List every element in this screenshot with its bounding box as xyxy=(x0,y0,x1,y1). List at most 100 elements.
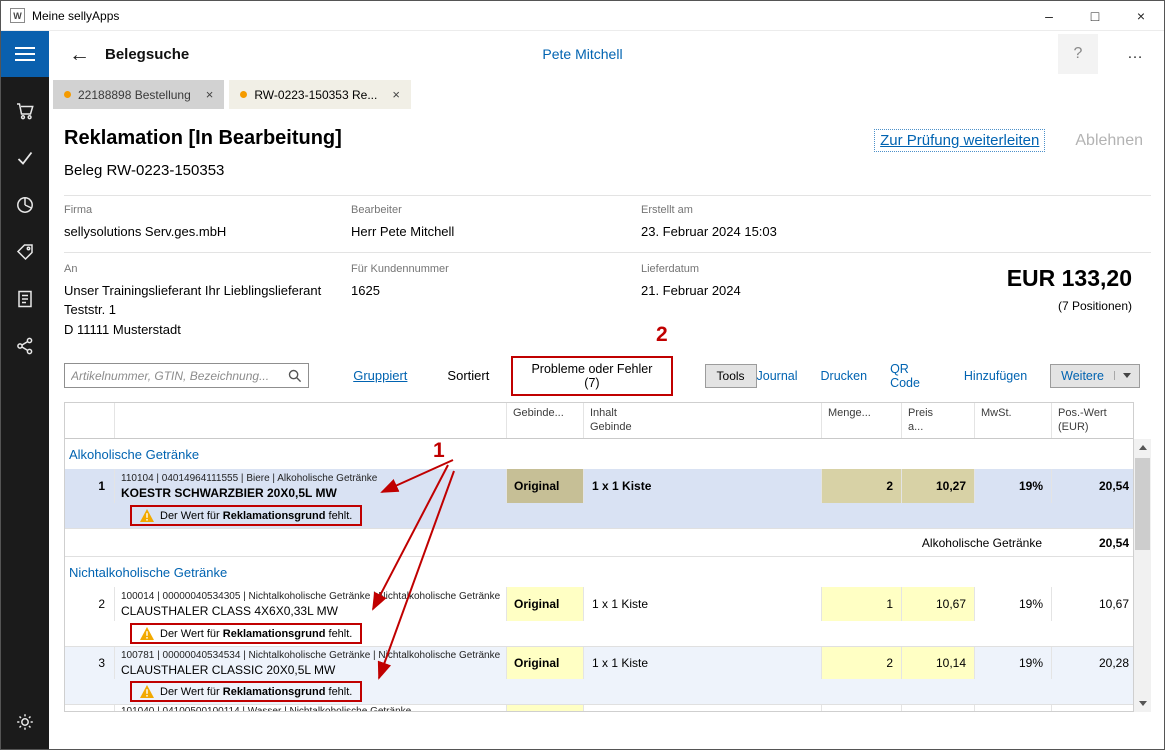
scrollbar-thumb[interactable] xyxy=(1135,458,1150,550)
pie-chart-icon[interactable] xyxy=(1,181,49,228)
header-menge[interactable]: Menge... xyxy=(822,403,902,438)
app-window: W Meine sellyApps – □ × ← Belegsuche Pet… xyxy=(0,0,1165,750)
search-input[interactable] xyxy=(71,369,288,383)
tag-icon[interactable] xyxy=(1,228,49,275)
hamburger-menu-button[interactable] xyxy=(1,31,49,77)
settings-gear-icon[interactable] xyxy=(1,698,49,745)
preis-cell[interactable]: 10,14 xyxy=(902,647,975,679)
menge-cell[interactable]: 1 xyxy=(822,587,902,621)
table-scrollbar[interactable] xyxy=(1134,439,1151,712)
row-position: 3 xyxy=(65,647,115,679)
header-pos-wert[interactable]: Pos.-Wert(EUR) xyxy=(1052,403,1134,438)
share-network-icon[interactable] xyxy=(1,322,49,369)
window-controls: – □ × xyxy=(1026,1,1164,30)
table-row[interactable]: 1 110104 | 04014964111555 | Biere | Alko… xyxy=(65,469,1133,503)
hinzufuegen-link[interactable]: Hinzufügen xyxy=(964,369,1027,383)
more-options-button[interactable]: … xyxy=(1112,45,1158,63)
header-inhalt-gebinde[interactable]: InhaltGebinde xyxy=(584,403,822,438)
reklamationsgrund-warning: Der Wert für Reklamationsgrund fehlt. xyxy=(130,623,362,644)
article-meta: 100014 | 00000040534305 | Nichtalkoholis… xyxy=(121,591,500,602)
positions-table: Gebinde... InhaltGebinde Menge... Preisa… xyxy=(64,402,1151,712)
inhalt-cell: 1 x 1 Kiste xyxy=(584,587,822,621)
mwst-cell: 19% xyxy=(975,587,1052,621)
sortiert-link[interactable]: Sortiert xyxy=(447,368,489,383)
warning-row: Der Wert für Reklamationsgrund fehlt. xyxy=(65,621,1133,647)
bearbeiter-label: Bearbeiter xyxy=(351,204,641,216)
table-row[interactable]: 3 100781 | 00000040534534 | Nichtalkohol… xyxy=(65,647,1133,679)
user-name[interactable]: Pete Mitchell xyxy=(542,46,622,62)
qr-code-link[interactable]: QR Code xyxy=(890,362,941,390)
header-mwst[interactable]: MwSt. xyxy=(975,403,1052,438)
header-gebinde[interactable]: Gebinde... xyxy=(507,403,584,438)
header-preis[interactable]: Preisa... xyxy=(902,403,975,438)
article-meta: 110104 | 04014964111555 | Biere | Alkoho… xyxy=(121,473,377,484)
article-search-box[interactable] xyxy=(64,363,309,388)
forward-for-review-link[interactable]: Zur Prüfung weiterleiten xyxy=(874,129,1045,152)
article-name: CLAUSTHALER CLASS 4X6X0,33L MW xyxy=(121,604,338,618)
warning-triangle-icon xyxy=(140,685,154,698)
minimize-button[interactable]: – xyxy=(1026,1,1072,30)
preis-cell[interactable]: 10,27 xyxy=(902,469,975,503)
reklamationsgrund-warning: Der Wert für Reklamationsgrund fehlt. xyxy=(130,505,362,526)
recipient-line1: Unser Trainingslieferant Ihr Lieblingsli… xyxy=(64,281,351,301)
scrollbar-track[interactable] xyxy=(1134,456,1151,695)
weitere-dropdown-button[interactable]: Weitere xyxy=(1050,364,1140,388)
tools-button[interactable]: Tools xyxy=(705,364,757,388)
tab-label: RW-0223-150353 Re... xyxy=(254,88,377,102)
row-position: 1 xyxy=(65,469,115,503)
document-title: Reklamation [In Bearbeitung] xyxy=(64,127,342,150)
app-logo-icon: W xyxy=(10,8,25,23)
tab-close-icon[interactable]: × xyxy=(206,87,214,102)
menge-cell[interactable]: 2 xyxy=(822,469,902,503)
warning-triangle-icon xyxy=(140,627,154,640)
article-meta: 100781 | 00000040534534 | Nichtalkoholis… xyxy=(121,650,500,661)
reject-link[interactable]: Ablehnen xyxy=(1075,132,1143,150)
journal-link[interactable]: Journal xyxy=(757,369,798,383)
subtotal-value: 20,54 xyxy=(1052,529,1134,556)
scroll-down-icon[interactable] xyxy=(1134,695,1151,712)
help-button[interactable]: ? xyxy=(1058,34,1098,74)
back-arrow-icon[interactable]: ← xyxy=(69,44,90,65)
table-row[interactable]: 101040 | 04100500100114 | Wasser | Nicht… xyxy=(65,705,1133,712)
drucken-link[interactable]: Drucken xyxy=(821,369,868,383)
preis-cell[interactable]: 10,67 xyxy=(902,587,975,621)
recipient-line2: Teststr. 1 xyxy=(64,300,351,320)
tab-status-dot-icon xyxy=(64,91,71,98)
tab-label: 22188898 Bestellung xyxy=(78,88,191,102)
probleme-oder-fehler-button[interactable]: Probleme oder Fehler (7) xyxy=(511,356,672,396)
table-row[interactable]: 2 100014 | 00000040534305 | Nichtalkohol… xyxy=(65,587,1133,621)
header-pos xyxy=(65,403,115,438)
inhalt-cell: 1 x 1 Kiste xyxy=(584,469,822,503)
bearbeiter-value: Herr Pete Mitchell xyxy=(351,222,641,242)
reklamationsgrund-warning: Der Wert für Reklamationsgrund fehlt. xyxy=(130,681,362,702)
weitere-label: Weitere xyxy=(1061,369,1114,383)
group-header-alkoholisch: Alkoholische Getränke xyxy=(65,439,1133,469)
window-title: Meine sellyApps xyxy=(32,9,119,23)
hamburger-icon xyxy=(15,47,35,49)
an-label: An xyxy=(64,263,351,275)
journal-icon[interactable] xyxy=(1,275,49,322)
subtotal-label: Alkoholische Getränke xyxy=(65,529,1052,556)
document-info: Firma sellysolutions Serv.ges.mbH Bearbe… xyxy=(64,195,1151,347)
tab-close-icon[interactable]: × xyxy=(392,87,400,102)
tab-reklamation[interactable]: RW-0223-150353 Re... × xyxy=(229,80,411,109)
kundennummer-value: 1625 xyxy=(351,281,641,301)
chevron-down-icon[interactable] xyxy=(1114,371,1139,380)
pos-wert-cell: 20,54 xyxy=(1052,469,1134,503)
gruppiert-link[interactable]: Gruppiert xyxy=(353,368,407,383)
gebinde-cell[interactable]: Original xyxy=(507,647,583,679)
gebinde-cell[interactable]: Original xyxy=(507,587,583,621)
tab-bestellung[interactable]: 22188898 Bestellung × xyxy=(53,80,224,109)
document-content: Reklamation [In Bearbeitung] Zur Prüfung… xyxy=(49,109,1164,750)
maximize-button[interactable]: □ xyxy=(1072,1,1118,30)
erstellt-value: 23. Februar 2024 15:03 xyxy=(641,222,1151,242)
position-count: (7 Positionen) xyxy=(1007,299,1132,313)
menge-cell[interactable]: 2 xyxy=(822,647,902,679)
cart-icon[interactable] xyxy=(1,87,49,134)
article-name: CLAUSTHALER CLASSIC 20X0,5L MW xyxy=(121,663,335,677)
gebinde-cell[interactable]: Original xyxy=(507,469,583,503)
scroll-up-icon[interactable] xyxy=(1134,439,1151,456)
close-button[interactable]: × xyxy=(1118,1,1164,30)
check-icon[interactable] xyxy=(1,134,49,181)
total-amount: EUR 133,20 xyxy=(1007,265,1132,292)
